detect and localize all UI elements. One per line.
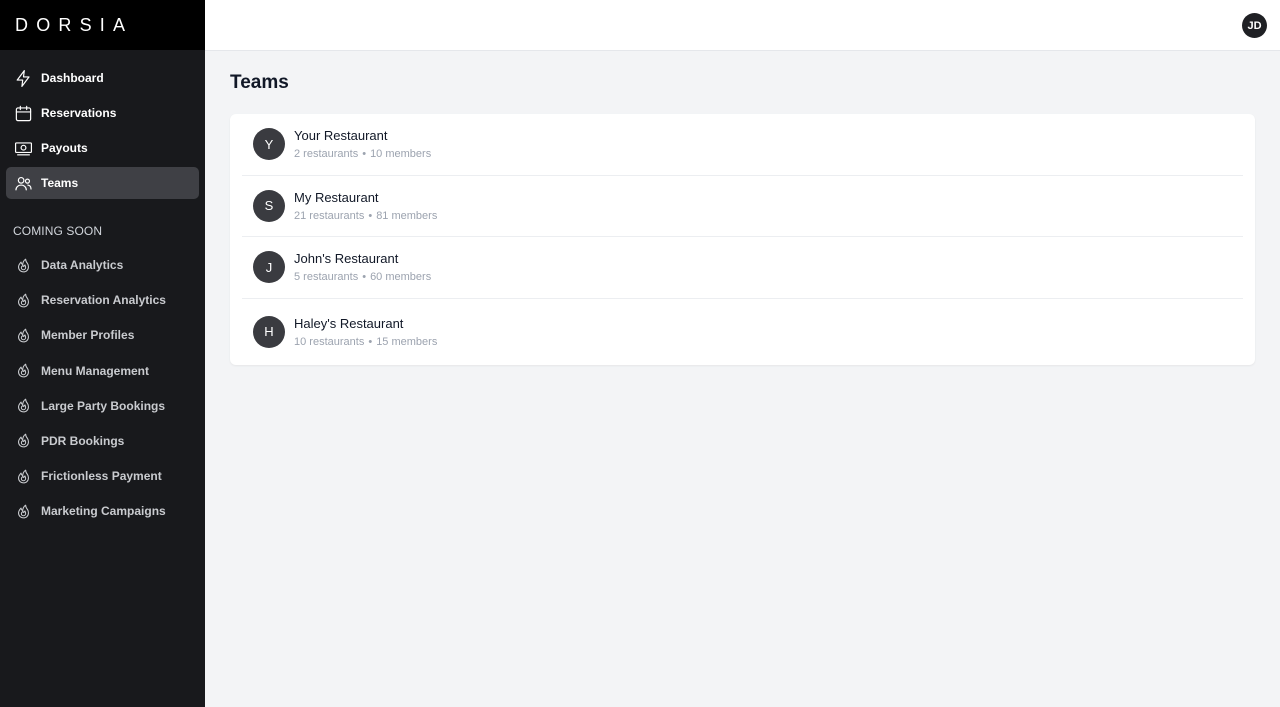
soon-item-label: Large Party Bookings — [41, 398, 166, 413]
nav-item-label: Dashboard — [41, 71, 104, 85]
main-nav: Dashboard Reservations Payouts Teams — [0, 62, 205, 199]
sidebar: DORSIA Dashboard Reservations Payouts Te… — [0, 0, 205, 707]
team-info: Haley's Restaurant 10 restaurants • 15 mem… — [294, 316, 437, 348]
app: DORSIA Dashboard Reservations Payouts Te… — [0, 0, 1280, 707]
fire-icon — [14, 432, 32, 450]
team-row[interactable]: H Haley's Restaurant 10 restaurants • 15 m… — [242, 299, 1243, 365]
soon-item-label: Member Profiles — [41, 328, 135, 343]
fire-icon — [14, 467, 32, 485]
soon-item-frictionless-payment[interactable]: Frictionless Payment — [0, 460, 205, 492]
soon-item-member-profiles[interactable]: Member Profiles — [0, 319, 205, 351]
soon-item-label: Menu Management — [41, 363, 150, 378]
nav-item-dashboard[interactable]: Dashboard — [6, 62, 199, 94]
team-avatar: H — [253, 315, 285, 348]
top-bar: JD — [205, 0, 1280, 51]
nav-item-label: Reservations — [41, 106, 117, 120]
soon-item-pdr-bookings[interactable]: PDR Bookings — [0, 425, 205, 457]
team-meta: 21 restaurants • 81 members — [294, 210, 437, 222]
soon-item-label: Marketing Campaigns — [41, 504, 166, 519]
calendar-icon — [14, 104, 33, 123]
team-name: Haley's Restaurant — [294, 315, 404, 331]
user-avatar[interactable]: JD — [1242, 13, 1267, 38]
soon-item-large-party-bookings[interactable]: Large Party Bookings — [0, 390, 205, 422]
team-meta: 2 restaurants • 10 members — [294, 148, 431, 160]
soon-item-label: Frictionless Payment — [41, 469, 162, 484]
fire-icon — [14, 256, 32, 274]
team-member-count: 15 members — [376, 335, 438, 348]
nav-item-label: Payouts — [41, 141, 88, 155]
team-row[interactable]: J John's Restaurant 5 restaurants • 60 mem… — [242, 237, 1243, 299]
page-title: Teams — [230, 72, 289, 93]
team-member-count: 60 members — [370, 271, 432, 284]
cash-icon — [14, 139, 33, 158]
team-name: My Restaurant — [294, 189, 379, 205]
soon-item-label: Data Analytics — [41, 258, 124, 272]
soon-item-marketing-campaigns[interactable]: Marketing Campaigns — [0, 495, 205, 527]
team-info: John's Restaurant 5 restaurants • 60 membe… — [294, 251, 431, 283]
team-info: Your Restaurant 2 restaurants • 10 members — [294, 128, 431, 160]
team-avatar: J — [253, 251, 285, 284]
soon-item-reservation-analytics[interactable]: Reservation Analytics — [0, 284, 205, 316]
meta-separator: • — [362, 148, 367, 161]
team-meta: 5 restaurants • 60 members — [294, 271, 431, 283]
soon-item-label: Reservation Analytics — [41, 293, 166, 308]
team-avatar: S — [253, 189, 285, 222]
team-name: John's Restaurant — [294, 251, 399, 267]
team-restaurant-count: 21 restaurants — [294, 209, 365, 222]
team-row[interactable]: S My Restaurant 21 restaurants • 81 member… — [242, 176, 1243, 237]
meta-separator: • — [368, 209, 373, 222]
nav-item-teams[interactable]: Teams — [6, 167, 199, 199]
team-restaurant-count: 10 restaurants — [294, 335, 365, 348]
fire-icon — [14, 397, 32, 415]
coming-soon-list: Data Analytics Reservation Analytics Mem… — [0, 249, 205, 527]
brand-logo[interactable]: DORSIA — [15, 15, 133, 36]
nav-item-label: Teams — [41, 176, 79, 190]
main-content: Teams Y Your Restaurant 2 restaurants • 10… — [230, 51, 1255, 365]
nav-item-payouts[interactable]: Payouts — [6, 132, 199, 164]
fire-icon — [14, 326, 32, 344]
team-row[interactable]: Y Your Restaurant 2 restaurants • 10 membe… — [242, 114, 1243, 176]
soon-item-label: PDR Bookings — [41, 433, 125, 448]
team-info: My Restaurant 21 restaurants • 81 members — [294, 190, 437, 222]
team-name: Your Restaurant — [294, 128, 388, 144]
team-meta: 10 restaurants • 15 members — [294, 336, 437, 348]
bolt-icon — [14, 69, 33, 88]
fire-icon — [14, 291, 32, 309]
meta-separator: • — [368, 335, 373, 348]
team-restaurant-count: 2 restaurants — [294, 148, 359, 161]
coming-soon-label: COMING SOON — [13, 224, 103, 238]
fire-icon — [14, 362, 32, 380]
team-member-count: 81 members — [376, 209, 438, 222]
teams-list: Y Your Restaurant 2 restaurants • 10 membe… — [230, 114, 1255, 365]
users-icon — [14, 174, 33, 193]
fire-icon — [14, 502, 32, 520]
team-avatar: Y — [253, 128, 285, 161]
brand-header: DORSIA — [0, 0, 205, 50]
soon-item-menu-management[interactable]: Menu Management — [0, 355, 205, 387]
team-restaurant-count: 5 restaurants — [294, 271, 359, 284]
soon-item-data-analytics[interactable]: Data Analytics — [0, 249, 205, 281]
nav-item-reservations[interactable]: Reservations — [6, 97, 199, 129]
team-member-count: 10 members — [370, 148, 432, 161]
meta-separator: • — [362, 271, 367, 284]
